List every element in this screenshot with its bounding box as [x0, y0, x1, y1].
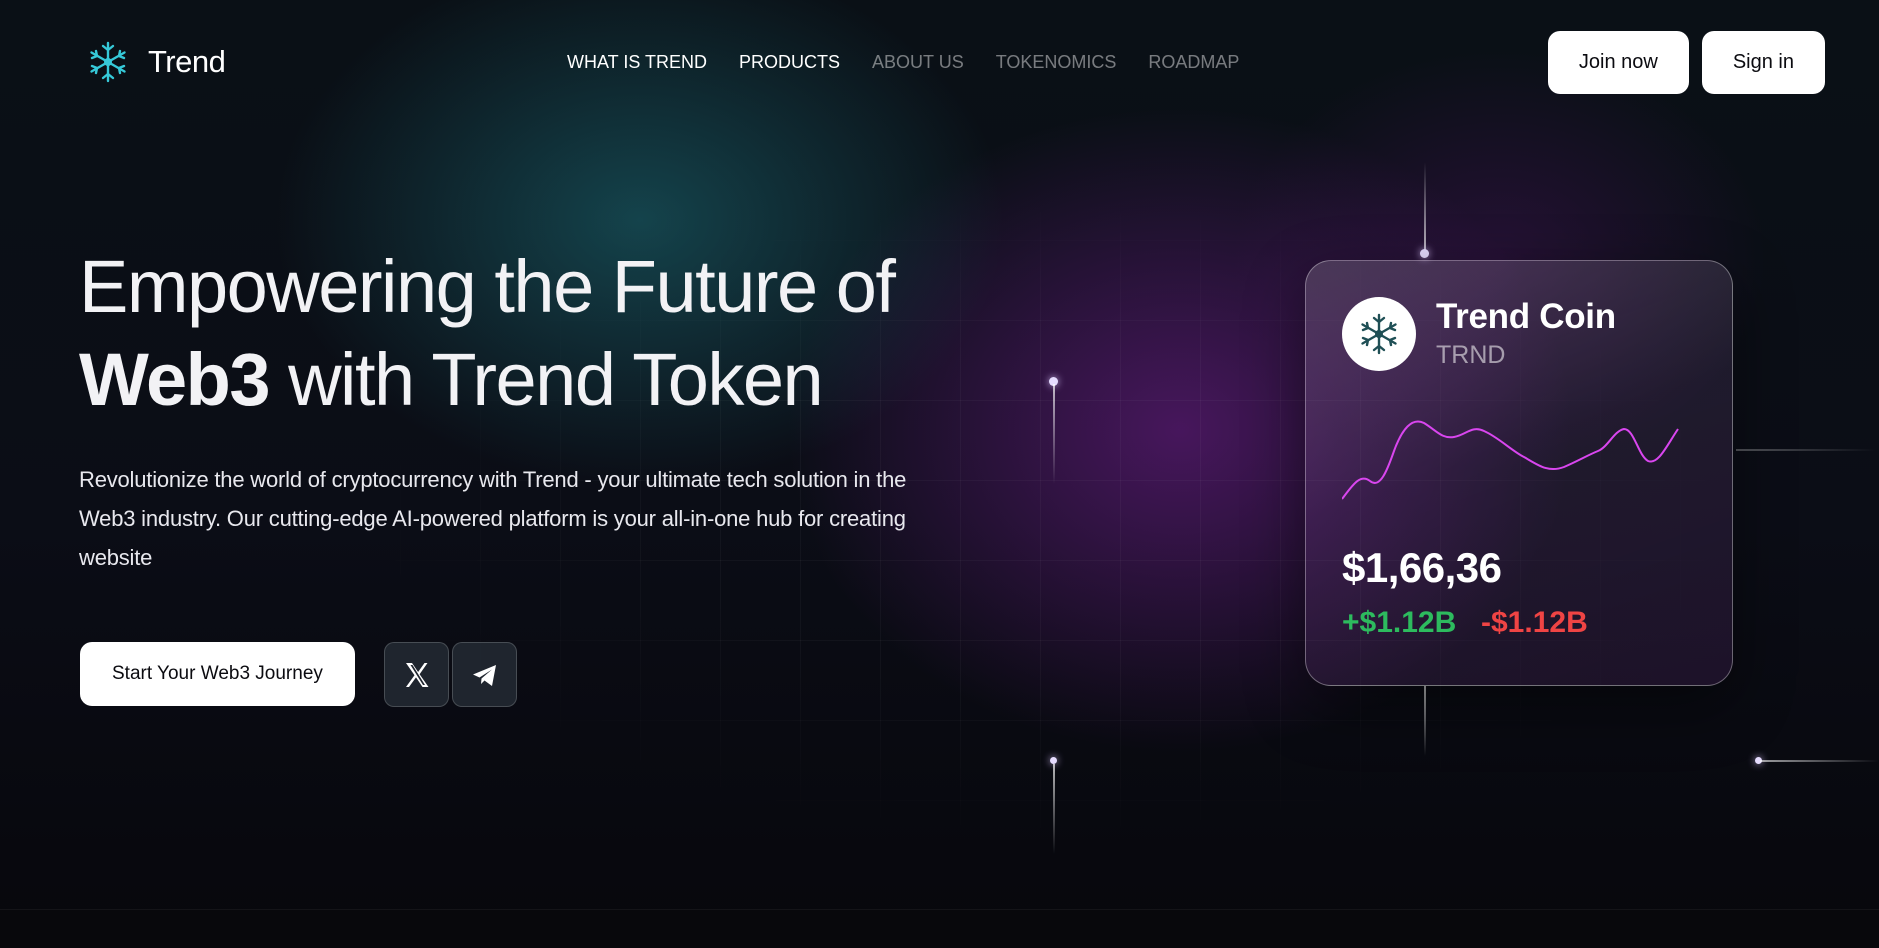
- decor-line: [1053, 764, 1055, 854]
- main-nav: WHAT IS TREND PRODUCTS ABOUT US TOKENOMI…: [567, 52, 1239, 73]
- brand[interactable]: Trend: [86, 40, 226, 84]
- x-logo-icon: [405, 662, 428, 687]
- hero-title: Empowering the Future of Web3 with Trend…: [79, 240, 896, 426]
- start-journey-button[interactable]: Start Your Web3 Journey: [80, 642, 355, 706]
- sparkline-path: [1342, 420, 1679, 500]
- price-sparkline: [1342, 420, 1679, 500]
- decor-line: [1053, 384, 1055, 484]
- nav-item-about-us[interactable]: ABOUT US: [872, 52, 964, 73]
- telegram-social-button[interactable]: [452, 642, 517, 707]
- coin-logo: [1342, 297, 1416, 371]
- nav-item-tokenomics[interactable]: TOKENOMICS: [996, 52, 1117, 73]
- hero-description: Revolutionize the world of cryptocurrenc…: [79, 467, 907, 570]
- brand-name: Trend: [148, 44, 226, 79]
- x-social-button[interactable]: [384, 642, 449, 707]
- nav-item-what-is-trend[interactable]: WHAT IS TREND: [567, 52, 707, 73]
- decor-line: [1760, 760, 1879, 762]
- snowflake-icon: [1361, 313, 1397, 355]
- hero-title-strong: Web3: [79, 338, 271, 421]
- coin-symbol: TRND: [1436, 341, 1506, 369]
- nav-item-products[interactable]: PRODUCTS: [739, 52, 840, 73]
- bottom-bar: [0, 909, 1879, 948]
- coin-price: $1,66,36: [1342, 544, 1502, 591]
- sign-in-button[interactable]: Sign in: [1701, 31, 1825, 94]
- change-up: +$1.12B: [1342, 606, 1457, 639]
- join-now-button[interactable]: Join now: [1547, 31, 1689, 94]
- auth-buttons: Join now Sign in: [1547, 31, 1825, 94]
- decor-line: [1424, 686, 1426, 756]
- decor-dot: [1050, 757, 1057, 764]
- coin-name: Trend Coin: [1436, 297, 1616, 336]
- change-down: -$1.12B: [1481, 606, 1588, 639]
- decor-dot: [1420, 249, 1429, 258]
- hero-title-line2: with Trend Token: [269, 338, 824, 421]
- hero-title-line1: Empowering the Future of: [79, 245, 896, 328]
- coin-card: Trend Coin TRND $1,66,36 +$1.12B -$1.12B: [1305, 260, 1733, 686]
- decor-line: [1736, 449, 1876, 451]
- landing-page: Trend WHAT IS TREND PRODUCTS ABOUT US TO…: [0, 0, 1879, 948]
- snowflake-icon: [90, 41, 126, 83]
- decor-line: [1424, 162, 1426, 252]
- nav-item-roadmap[interactable]: ROADMAP: [1148, 52, 1239, 73]
- telegram-icon: [472, 664, 496, 686]
